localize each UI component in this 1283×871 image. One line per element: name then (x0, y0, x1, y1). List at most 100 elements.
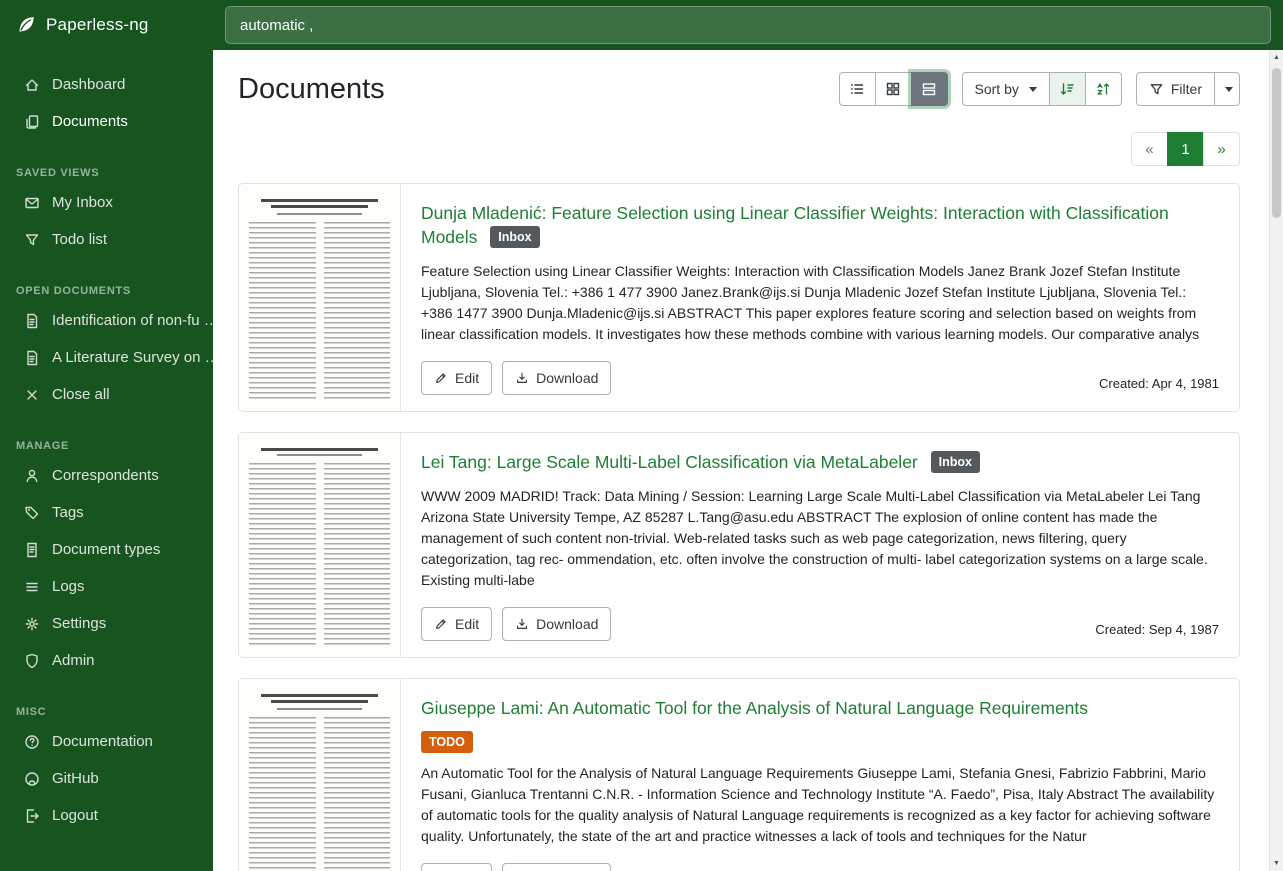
scrollbar-thumb[interactable] (1272, 68, 1281, 218)
download-button[interactable]: Download (502, 361, 611, 395)
sidebar-item-logs[interactable]: Logs (0, 568, 213, 605)
edit-button[interactable]: Edit (421, 607, 492, 641)
sidebar-section-open-documents: OPEN DOCUMENTS (0, 285, 213, 297)
details-view-icon (921, 81, 937, 97)
sidebar-item-open-doc-1[interactable]: Identification of non-fu … (0, 302, 213, 339)
page-title: Documents (238, 73, 385, 106)
scrollbar[interactable]: ▲ ▼ (1269, 50, 1283, 871)
sidebar-section-misc: MISC (0, 706, 213, 718)
sidebar-item-admin[interactable]: Admin (0, 642, 213, 679)
search-bar (213, 6, 1283, 44)
download-label: Download (536, 617, 598, 631)
document-thumbnail[interactable] (239, 433, 401, 657)
pencil-icon (434, 371, 448, 385)
person-icon (24, 468, 40, 484)
file-text-icon (24, 313, 40, 329)
sidebar-item-tags[interactable]: Tags (0, 494, 213, 531)
documents-toolbar: Sort by (839, 72, 1240, 106)
main-content: Documents (213, 50, 1283, 871)
document-card: Giuseppe Lami: An Automatic Tool for the… (238, 678, 1240, 871)
top-navbar: Paperless-ng (0, 0, 1283, 50)
pagination: « 1 » (238, 106, 1240, 183)
inbox-envelope-icon (24, 195, 40, 211)
edit-button[interactable]: Edit (421, 361, 492, 395)
document-title-link[interactable]: Giuseppe Lami: An Automatic Tool for the… (421, 698, 1088, 718)
sort-group: Sort by (962, 72, 1122, 106)
download-label: Download (536, 371, 598, 385)
grid-view-icon (885, 81, 901, 97)
sidebar-item-close-all[interactable]: Close all (0, 376, 213, 413)
edit-button[interactable]: Edit (421, 863, 492, 871)
gear-icon (24, 616, 40, 632)
document-title-link[interactable]: Lei Tang: Large Scale Multi-Label Classi… (421, 452, 918, 472)
sort-alpha-icon (1095, 81, 1111, 97)
app-brand[interactable]: Paperless-ng (0, 14, 213, 36)
thumbnail-page-preview (249, 194, 390, 401)
sidebar-item-label: My Inbox (52, 194, 113, 211)
sidebar-item-documents[interactable]: Documents (0, 103, 213, 140)
sidebar-item-label: Document types (52, 541, 160, 558)
document-thumbnail[interactable] (239, 184, 401, 411)
sidebar-item-label: Correspondents (52, 467, 159, 484)
document-card: Dunja Mladenić: Feature Selection using … (238, 183, 1240, 412)
sort-alphabetical-button[interactable] (1085, 72, 1122, 106)
sidebar-item-documentation[interactable]: Documentation (0, 723, 213, 760)
tag-badge-inbox[interactable]: Inbox (490, 226, 539, 248)
close-icon (24, 387, 40, 403)
sidebar-item-correspondents[interactable]: Correspondents (0, 457, 213, 494)
pagination-prev[interactable]: « (1131, 132, 1168, 166)
list-view-icon (849, 81, 865, 97)
tag-badge-inbox[interactable]: Inbox (931, 451, 980, 473)
download-button[interactable]: Download (502, 863, 611, 871)
document-excerpt: An Automatic Tool for the Analysis of Na… (421, 763, 1219, 847)
document-title: Lei Tang: Large Scale Multi-Label Classi… (421, 450, 1219, 474)
sidebar-item-my-inbox[interactable]: My Inbox (0, 184, 213, 221)
documents-icon (24, 114, 40, 130)
document-title: Giuseppe Lami: An Automatic Tool for the… (421, 696, 1219, 720)
filter-label: Filter (1171, 82, 1202, 96)
dashboard-icon (24, 77, 40, 93)
sidebar-item-label: Admin (52, 652, 95, 669)
tag-badge-todo[interactable]: TODO (421, 731, 473, 753)
chevron-down-icon (1029, 87, 1037, 92)
sidebar-section-saved-views: SAVED VIEWS (0, 167, 213, 179)
sort-by-dropdown[interactable]: Sort by (962, 72, 1050, 106)
sidebar-item-todo-list[interactable]: Todo list (0, 221, 213, 258)
sidebar-item-open-doc-2[interactable]: A Literature Survey on … (0, 339, 213, 376)
sidebar-item-label: Todo list (52, 231, 107, 248)
sidebar-item-label: GitHub (52, 770, 99, 787)
thumbnail-page-preview (249, 689, 390, 871)
download-icon (515, 371, 529, 385)
document-thumbnail[interactable] (239, 679, 401, 871)
sidebar-item-document-types[interactable]: Document types (0, 531, 213, 568)
sidebar-item-label: Documents (52, 113, 128, 130)
search-input[interactable] (225, 6, 1271, 44)
pagination-page-1[interactable]: 1 (1167, 132, 1204, 166)
sidebar-item-logout[interactable]: Logout (0, 797, 213, 834)
view-details-button[interactable] (911, 72, 948, 106)
shield-icon (24, 653, 40, 669)
sidebar-item-label: A Literature Survey on … (52, 349, 213, 366)
scrollbar-down-arrow[interactable]: ▼ (1270, 860, 1283, 867)
download-button[interactable]: Download (502, 607, 611, 641)
document-excerpt: Feature Selection using Linear Classifie… (421, 261, 1219, 345)
sidebar-item-label: Documentation (52, 733, 153, 750)
edit-label: Edit (455, 371, 479, 385)
tag-icon (24, 505, 40, 521)
document-card: Lei Tang: Large Scale Multi-Label Classi… (238, 432, 1240, 658)
scrollbar-up-arrow[interactable]: ▲ (1270, 54, 1283, 61)
pagination-next[interactable]: » (1203, 132, 1240, 166)
sidebar-item-settings[interactable]: Settings (0, 605, 213, 642)
app-logo-icon (15, 14, 37, 36)
sort-direction-button[interactable] (1049, 72, 1086, 106)
view-grid-button[interactable] (875, 72, 912, 106)
thumbnail-page-preview (249, 443, 390, 647)
sidebar-item-github[interactable]: GitHub (0, 760, 213, 797)
view-list-button[interactable] (839, 72, 876, 106)
edit-label: Edit (455, 617, 479, 631)
sidebar: Dashboard Documents SAVED VIEWS My Inbox (0, 50, 213, 871)
sidebar-item-label: Tags (52, 504, 84, 521)
filter-button[interactable]: Filter (1136, 72, 1215, 106)
sidebar-item-dashboard[interactable]: Dashboard (0, 66, 213, 103)
filter-dropdown-button[interactable] (1214, 72, 1240, 106)
